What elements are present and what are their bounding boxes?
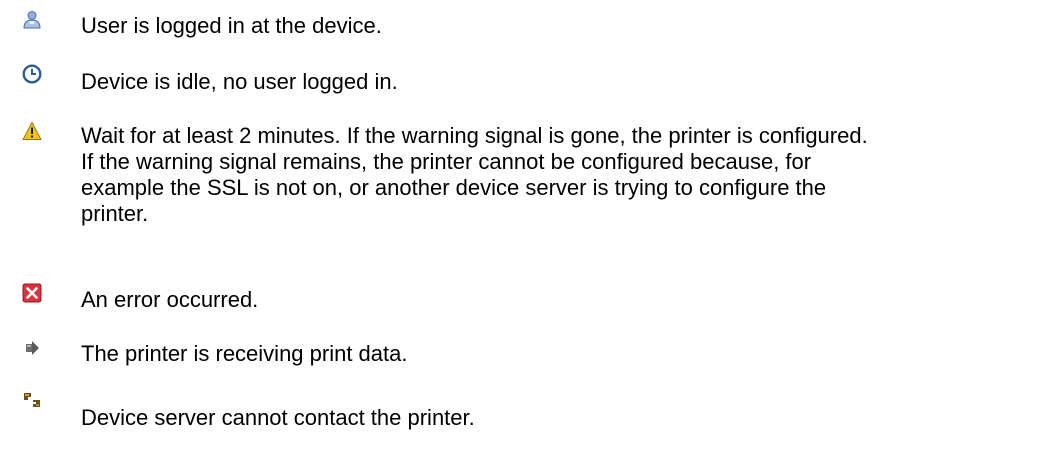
- legend-text: Device is idle, no user logged in.: [81, 69, 1031, 95]
- legend-line: The printer is receiving print data.: [81, 341, 408, 366]
- error-icon: [22, 283, 42, 303]
- disconnected-icon: [22, 390, 42, 410]
- user-icon: [22, 10, 42, 30]
- clock-icon: [22, 64, 42, 84]
- legend-line: example the SSL is not on, or another de…: [81, 175, 827, 200]
- legend-line: Device is idle, no user logged in.: [81, 69, 398, 94]
- legend-text: Device server cannot contact the printer…: [81, 405, 1031, 431]
- legend-line: Wait for at least 2 minutes. If the warn…: [81, 123, 868, 148]
- receiving-data-icon: [22, 338, 42, 358]
- legend-text: The printer is receiving print data.: [81, 341, 1031, 367]
- legend-line: printer.: [81, 201, 149, 226]
- legend-line: User is logged in at the device.: [81, 13, 382, 38]
- legend-line: If the warning signal remains, the print…: [81, 149, 812, 174]
- warning-icon: [22, 121, 42, 141]
- legend-text: Wait for at least 2 minutes. If the warn…: [81, 123, 1031, 227]
- legend-text: User is logged in at the device.: [81, 13, 1031, 39]
- legend-text: An error occurred.: [81, 287, 1031, 313]
- legend-line: An error occurred.: [81, 287, 259, 312]
- legend-line: Device server cannot contact the printer…: [81, 405, 475, 430]
